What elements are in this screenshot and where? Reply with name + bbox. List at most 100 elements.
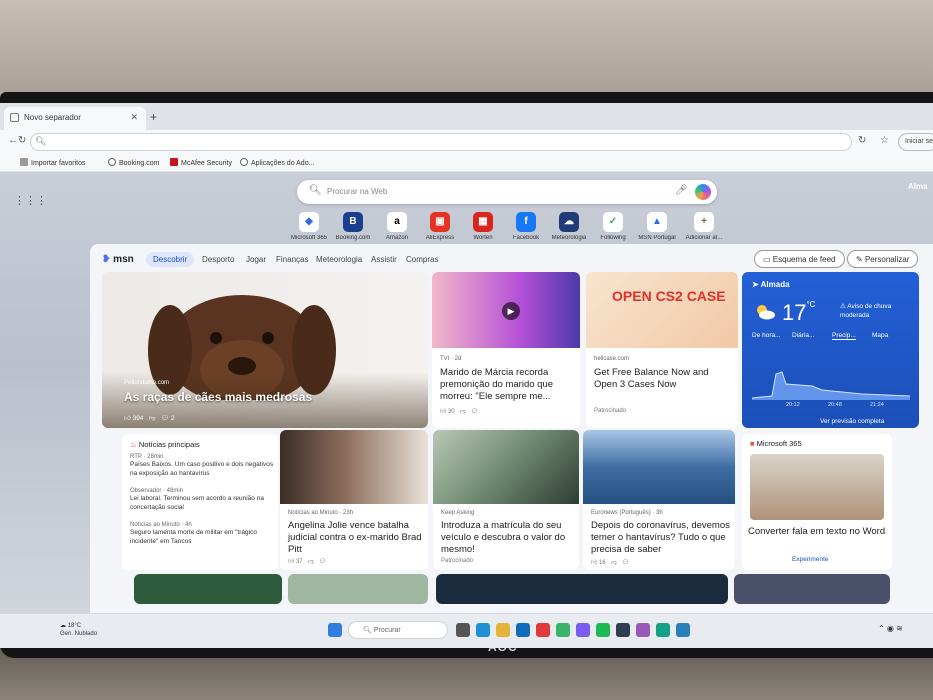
address-bar-row: ← ↻ 🔍︎ ↻ ☆ Iniciar ses bbox=[0, 130, 933, 154]
hero-title[interactable]: As raças de cães mais medrosas bbox=[124, 390, 312, 404]
quick-link-add[interactable]: + Adicionar at... bbox=[678, 212, 730, 241]
feed-layout-button[interactable]: ▭ Esquema de feed bbox=[754, 250, 845, 268]
weather-temp: 17°C bbox=[782, 300, 816, 325]
browser-tab[interactable]: Novo separador ✕ bbox=[4, 107, 146, 130]
close-icon[interactable]: ✕ bbox=[130, 112, 138, 123]
hero-card[interactable]: Petlondumo.com As raças de cães mais med… bbox=[102, 272, 428, 428]
favorite-adobe[interactable]: Aplicações do Ado... bbox=[240, 158, 314, 167]
web-search-box[interactable]: 🔍︎ Procurar na Web 🎤︎ bbox=[297, 180, 717, 204]
quick-link-msn[interactable]: ▲ MSN Portugal bbox=[631, 212, 683, 241]
try-button[interactable]: Experimente bbox=[792, 556, 829, 563]
sponsored-tag: Patrocinado bbox=[594, 408, 627, 414]
rain-alert[interactable]: ⚠ Aviso de chuva moderada bbox=[840, 302, 906, 320]
facebook-icon: f bbox=[516, 212, 536, 232]
following-icon: ✓ bbox=[603, 212, 623, 232]
weather-tab-precip[interactable]: Precip... bbox=[832, 332, 856, 340]
time-label: 20:12 bbox=[786, 402, 800, 408]
news-item[interactable]: Observador · 48min Lei laboral. Terminou… bbox=[130, 488, 274, 512]
favorite-import[interactable]: Importar favoritos bbox=[20, 158, 85, 167]
wall-background bbox=[0, 0, 933, 92]
microphone-icon[interactable]: 🎤︎ bbox=[675, 185, 688, 196]
card-title[interactable]: Introduza a matrícula do seu veículo e d… bbox=[441, 520, 575, 556]
app-icon[interactable] bbox=[556, 623, 570, 637]
store-icon[interactable] bbox=[516, 623, 530, 637]
card-title[interactable]: Angelina Jolie vence batalha judicial co… bbox=[288, 520, 424, 556]
copilot-icon[interactable] bbox=[695, 184, 711, 200]
top-news-card: ♨︎ Notícias principais RTP · 28min Paíse… bbox=[122, 434, 278, 570]
weather-tab-daily[interactable]: Diária... bbox=[792, 332, 814, 339]
weather-icon: ☁ bbox=[559, 212, 579, 232]
time-label: 20:48 bbox=[828, 402, 842, 408]
card-title[interactable]: Get Free Balance Now and Open 3 Cases No… bbox=[594, 367, 734, 391]
apps-grid-icon[interactable]: ⋮⋮⋮ bbox=[14, 194, 47, 207]
news-item[interactable]: RTP · 28min Países Baixos. Um caso posit… bbox=[130, 454, 274, 478]
refresh-icon[interactable]: ↻ bbox=[18, 135, 26, 146]
favorites-star-icon[interactable]: ☆ bbox=[880, 135, 889, 146]
spotify-icon[interactable] bbox=[596, 623, 610, 637]
task-view-icon[interactable] bbox=[456, 623, 470, 637]
tab-watch[interactable]: Assistir bbox=[371, 255, 397, 264]
full-forecast-link[interactable]: Ver previsão completa bbox=[820, 418, 884, 425]
taskbar-weather[interactable]: ☁ 18°C Gen. Nublado bbox=[60, 622, 97, 638]
teaser-card[interactable] bbox=[134, 574, 282, 604]
card-title[interactable]: Marido de Márcia recorda premonição do m… bbox=[440, 367, 574, 403]
app-icon[interactable] bbox=[636, 623, 650, 637]
tab-finance[interactable]: Finanças bbox=[276, 255, 308, 264]
card-source: Euronews (Português) · 3h bbox=[591, 510, 663, 516]
card-title[interactable]: Depois do coronavírus, devemos temer o h… bbox=[591, 520, 731, 556]
address-input[interactable]: 🔍︎ bbox=[30, 133, 852, 151]
news-card-ship[interactable]: Euronews (Português) · 3h Depois do coro… bbox=[583, 430, 735, 570]
msn-logo[interactable]: ❥ msn bbox=[102, 254, 134, 265]
flame-icon: ♨︎ bbox=[130, 440, 137, 449]
favorites-bar: Importar favoritos Booking.com McAfee Se… bbox=[0, 154, 933, 172]
globe-icon bbox=[240, 158, 248, 166]
card-title[interactable]: Converter fala em texto no Word bbox=[748, 526, 888, 538]
explorer-icon[interactable] bbox=[496, 623, 510, 637]
new-tab-button[interactable]: + bbox=[150, 110, 157, 124]
sponsored-tag: Patrocinado bbox=[441, 558, 474, 564]
app-icon[interactable] bbox=[576, 623, 590, 637]
m365-icon: ◆ bbox=[299, 212, 319, 232]
app-icon[interactable] bbox=[676, 623, 690, 637]
news-card-jolie[interactable]: Notícias ao Minuto · 23h Angelina Jolie … bbox=[280, 430, 428, 570]
m365-logo-icon: ■ bbox=[750, 439, 755, 448]
start-icon[interactable] bbox=[328, 623, 342, 637]
ad-card-car[interactable]: Keep Asking Introduza a matrícula do seu… bbox=[433, 430, 579, 570]
personalize-button[interactable]: ✎ Personalizar bbox=[847, 250, 919, 268]
favorite-booking[interactable]: Booking.com bbox=[108, 158, 159, 167]
weather-card[interactable]: ➤ Almada 17°C ⚠ Aviso de chuva moderada … bbox=[742, 272, 919, 428]
app-icon[interactable] bbox=[536, 623, 550, 637]
edge-icon[interactable] bbox=[476, 623, 490, 637]
extensions-icon[interactable]: ↻ bbox=[858, 135, 866, 146]
precip-chart bbox=[752, 371, 910, 400]
tab-weather[interactable]: Meteorologia bbox=[316, 255, 362, 264]
office-photo bbox=[750, 454, 884, 520]
time-label: 21:24 bbox=[870, 402, 884, 408]
tab-play[interactable]: Jogar bbox=[246, 255, 266, 264]
tab-sports[interactable]: Desporto bbox=[202, 255, 234, 264]
tab-shopping[interactable]: Compras bbox=[406, 255, 438, 264]
banner-text: OPEN CS2 CASE bbox=[612, 288, 726, 304]
system-tray[interactable]: ⌃ ◉ ≋ bbox=[878, 624, 903, 633]
app-icon[interactable] bbox=[656, 623, 670, 637]
card-source: Keep Asking bbox=[441, 510, 475, 516]
back-icon[interactable]: ← bbox=[8, 135, 18, 146]
app-icon[interactable] bbox=[616, 623, 630, 637]
play-icon[interactable]: ▶ bbox=[502, 302, 520, 320]
news-item[interactable]: Notícias ao Minuto · 4h Seguro lamenta m… bbox=[130, 522, 274, 546]
login-button[interactable]: Iniciar ses bbox=[898, 133, 933, 151]
weather-tab-map[interactable]: Mapa bbox=[872, 332, 888, 339]
teaser-card[interactable] bbox=[734, 574, 890, 604]
teaser-card[interactable] bbox=[288, 574, 428, 604]
taskbar-search[interactable]: 🔍︎ Procurar bbox=[348, 621, 448, 639]
teaser-card[interactable] bbox=[436, 574, 728, 604]
m365-card[interactable]: ■ Microsoft 365 Converter fala em texto … bbox=[742, 434, 892, 570]
page-icon bbox=[10, 113, 19, 122]
news-card-tvi[interactable]: ▶ TVI · 2d Marido de Márcia recorda prem… bbox=[432, 272, 580, 428]
tab-discover[interactable]: Descobrir bbox=[146, 252, 195, 267]
favorite-mcafee[interactable]: McAfee Security bbox=[170, 158, 232, 167]
tab-bar: Novo separador ✕ + bbox=[0, 103, 933, 130]
weather-tab-hourly[interactable]: De hora... bbox=[752, 332, 781, 339]
ad-card-hellcase[interactable]: OPEN CS2 CASE hellcase.com Get Free Bala… bbox=[586, 272, 738, 428]
hero-reactions: 👍︎ 394 👎︎ 💬︎ 2 bbox=[124, 415, 175, 422]
